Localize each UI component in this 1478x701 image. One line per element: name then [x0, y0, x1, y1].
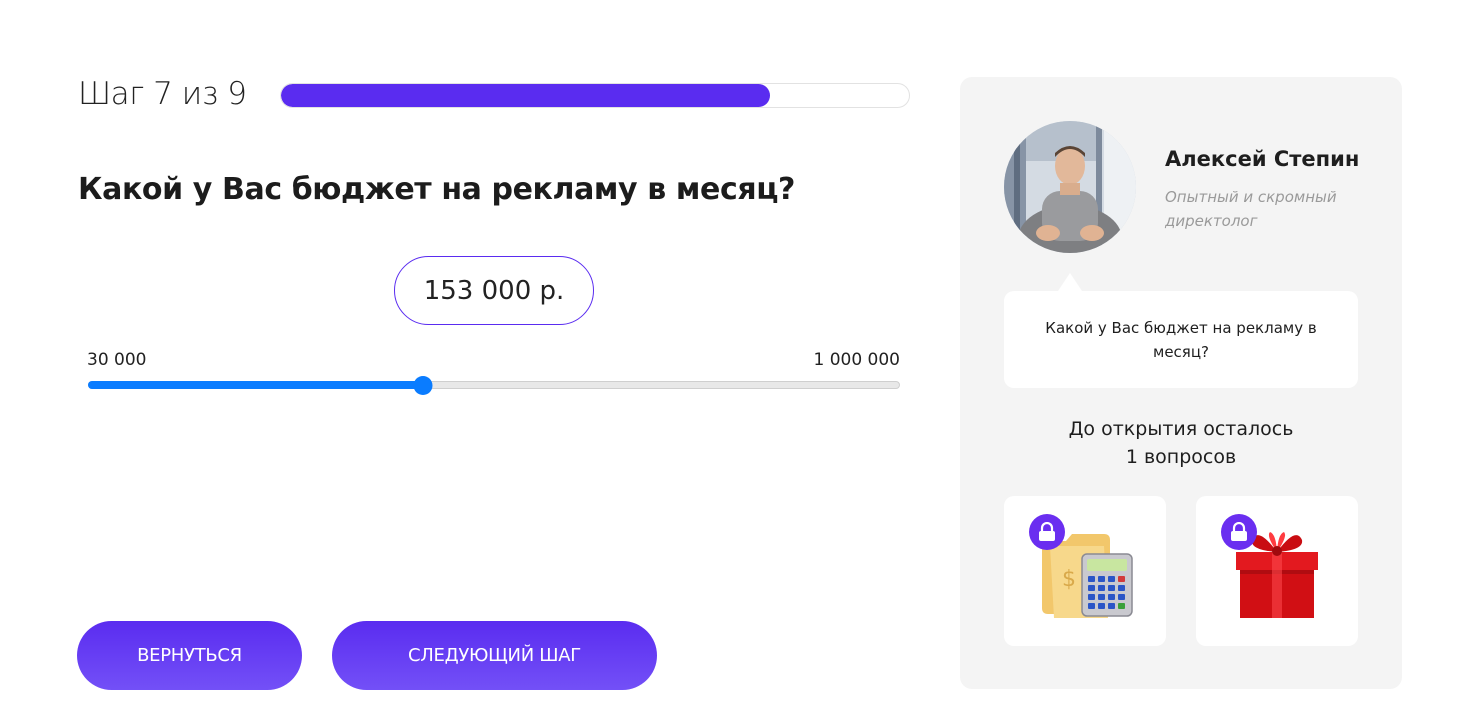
progress-bar-fill — [281, 84, 770, 107]
calculator-folder-icon: $ — [1042, 534, 1133, 618]
slider-thumb[interactable] — [413, 376, 433, 395]
remaining-line-1: До открытия осталось — [1068, 418, 1294, 440]
svg-text:$: $ — [1062, 567, 1076, 592]
lock-icon — [1221, 514, 1257, 550]
progress-bar — [280, 83, 910, 108]
gift-box-icon — [1236, 532, 1318, 618]
budget-slider[interactable] — [88, 376, 900, 395]
remaining-line-2: 1 вопросов — [1125, 446, 1237, 468]
budget-value-text: 153 000 р. — [423, 275, 565, 306]
avatar — [1004, 121, 1136, 253]
slider-min-label: 30 000 — [87, 350, 147, 370]
lock-icon — [1029, 514, 1065, 550]
budget-value-display[interactable]: 153 000 р. — [394, 256, 594, 325]
speech-bubble: Какой у Вас бюджет на рекламу в месяц? — [1004, 291, 1358, 388]
step-counter: Шаг 7 из 9 — [78, 76, 247, 112]
expert-role: Опытный и скромный директолог — [1165, 188, 1337, 230]
bonus-card-gift — [1196, 496, 1358, 646]
next-step-button[interactable]: СЛЕДУЮЩИЙ ШАГ — [332, 621, 657, 690]
speech-bubble-tail — [1058, 273, 1082, 291]
bonus-card-calculator: $ — [1004, 496, 1166, 646]
back-button[interactable]: ВЕРНУТЬСЯ — [77, 621, 302, 690]
remaining-questions-text: До открытия осталось 1 вопросов — [960, 415, 1402, 471]
expert-panel: Алексей Степин Опытный и скромный директ… — [960, 77, 1402, 689]
avatar-photo-icon — [1004, 121, 1136, 253]
speech-bubble-text: Какой у Вас бюджет на рекламу в месяц? — [1045, 318, 1317, 361]
slider-fill — [88, 381, 423, 389]
slider-max-label: 1 000 000 — [813, 350, 900, 370]
question-title: Какой у Вас бюджет на рекламу в месяц? — [78, 172, 796, 207]
expert-name: Алексей Степин — [1165, 147, 1360, 171]
